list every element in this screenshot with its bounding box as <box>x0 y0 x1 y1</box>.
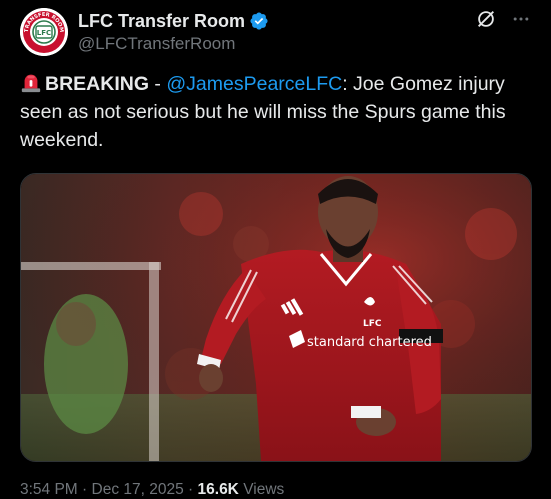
author-names: LFC Transfer Room @LFCTransferRoom <box>78 10 269 54</box>
author-handle[interactable]: @LFCTransferRoom <box>78 34 269 54</box>
display-name[interactable]: LFC Transfer Room <box>78 11 245 32</box>
views-count[interactable]: 16.6K <box>198 481 239 498</box>
tweet-header: LFC TRANSFER ROOM LFC Transfer Room @LFC… <box>20 8 531 58</box>
rotating-light-icon <box>21 74 41 93</box>
grok-icon[interactable] <box>475 8 497 30</box>
views-label: Views <box>238 481 285 498</box>
tweet-date[interactable]: Dec 17, 2025 <box>92 481 184 498</box>
mention-link[interactable]: @JamesPearceLFC <box>166 73 342 95</box>
meta-dot: · <box>77 481 92 498</box>
top-actions <box>475 8 531 30</box>
breaking-label: BREAKING <box>45 73 150 95</box>
tweet-meta: 3:54 PM · Dec 17, 2025 · 16.6K Views <box>20 481 284 499</box>
player-photo: LFC standard chartered <box>21 174 531 461</box>
jersey-sponsor: standard chartered <box>307 335 432 350</box>
verified-badge-icon[interactable] <box>249 11 269 31</box>
meta-dot: · <box>183 481 198 498</box>
avatar-center-text: LFC <box>37 29 51 37</box>
display-name-row: LFC Transfer Room <box>78 10 269 32</box>
more-icon[interactable] <box>511 9 531 29</box>
tweet-text: BREAKING - @JamesPearceLFC: Joe Gomez in… <box>20 70 535 154</box>
tweet-time[interactable]: 3:54 PM <box>20 481 78 498</box>
jersey-crest: LFC <box>363 319 382 329</box>
tweet-media-photo[interactable]: LFC standard chartered <box>20 173 532 462</box>
avatar[interactable]: LFC TRANSFER ROOM <box>20 8 68 56</box>
lfc-transfer-room-logo-icon: LFC TRANSFER ROOM <box>20 8 68 56</box>
tweet-separator: - <box>149 73 167 95</box>
